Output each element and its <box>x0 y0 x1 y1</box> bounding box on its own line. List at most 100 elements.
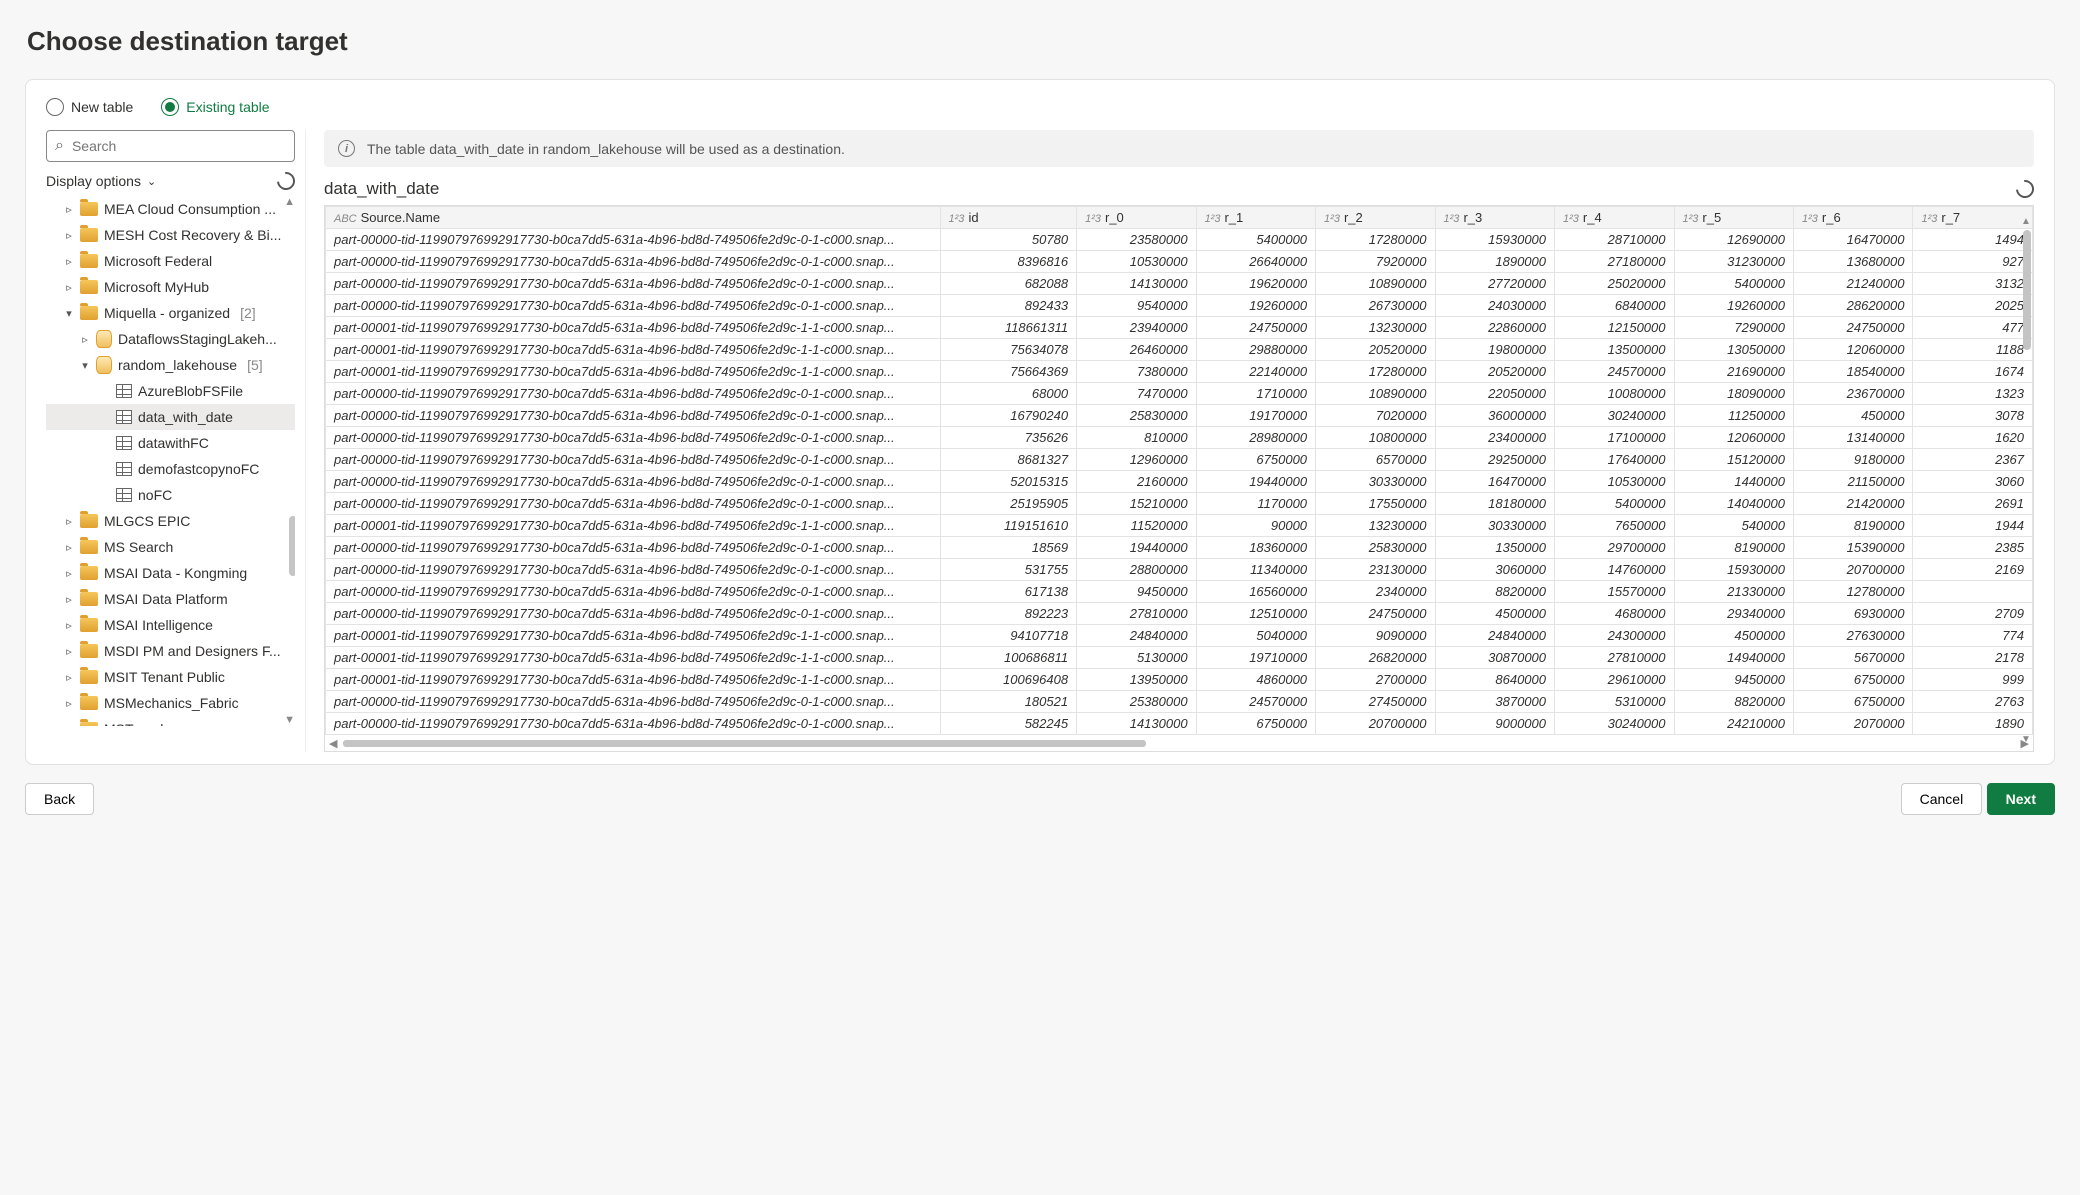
table-cell[interactable]: 6750000 <box>1793 691 1912 713</box>
table-cell[interactable]: 2070000 <box>1793 713 1912 735</box>
table-cell[interactable]: 118661311 <box>940 317 1077 339</box>
table-cell[interactable]: part-00001-tid-119907976992917730-b0ca7d… <box>326 669 941 691</box>
table-cell[interactable]: 1188 <box>1913 339 2033 361</box>
table-cell[interactable]: 14130000 <box>1077 713 1196 735</box>
table-cell[interactable]: 12690000 <box>1674 229 1793 251</box>
table-row[interactable]: part-00000-tid-119907976992917730-b0ca7d… <box>326 559 2033 581</box>
table-cell[interactable]: 1350000 <box>1435 537 1554 559</box>
table-cell[interactable]: part-00000-tid-119907976992917730-b0ca7d… <box>326 449 941 471</box>
table-cell[interactable]: part-00001-tid-119907976992917730-b0ca7d… <box>326 625 941 647</box>
table-cell[interactable]: part-00000-tid-119907976992917730-b0ca7d… <box>326 713 941 735</box>
tree-folder-item[interactable]: ▹MSTravel <box>46 716 295 726</box>
table-cell[interactable]: 3078 <box>1913 405 2033 427</box>
table-cell[interactable]: 2178 <box>1913 647 2033 669</box>
column-header[interactable]: 1²3r_7 <box>1913 207 2033 229</box>
table-cell[interactable]: 24840000 <box>1435 625 1554 647</box>
table-cell[interactable]: part-00000-tid-119907976992917730-b0ca7d… <box>326 603 941 625</box>
grid-vscroll-thumb[interactable] <box>2023 230 2031 350</box>
table-cell[interactable]: 18569 <box>940 537 1077 559</box>
table-cell[interactable]: 8190000 <box>1793 515 1912 537</box>
grid-scroll-down-icon[interactable]: ▼ <box>2021 734 2031 745</box>
table-cell[interactable]: 12060000 <box>1674 427 1793 449</box>
table-row[interactable]: part-00000-tid-119907976992917730-b0ca7d… <box>326 273 2033 295</box>
tree-lakehouse-item[interactable]: ▾random_lakehouse[5] <box>46 352 295 378</box>
table-cell[interactable]: 15930000 <box>1435 229 1554 251</box>
table-cell[interactable]: 29700000 <box>1555 537 1674 559</box>
table-cell[interactable]: 50780 <box>940 229 1077 251</box>
table-cell[interactable]: 9090000 <box>1316 625 1435 647</box>
table-cell[interactable]: 531755 <box>940 559 1077 581</box>
table-cell[interactable]: 617138 <box>940 581 1077 603</box>
table-row[interactable]: part-00001-tid-119907976992917730-b0ca7d… <box>326 515 2033 537</box>
table-cell[interactable]: 19260000 <box>1196 295 1315 317</box>
table-cell[interactable]: 68000 <box>940 383 1077 405</box>
table-cell[interactable]: 7920000 <box>1316 251 1435 273</box>
table-row[interactable]: part-00000-tid-119907976992917730-b0ca7d… <box>326 581 2033 603</box>
table-cell[interactable]: 10530000 <box>1077 251 1196 273</box>
expand-caret-icon[interactable]: ▹ <box>64 593 74 606</box>
expand-caret-icon[interactable]: ▹ <box>64 203 74 216</box>
grid-scroll-up-icon[interactable]: ▲ <box>2021 216 2031 227</box>
table-cell[interactable]: 3060000 <box>1435 559 1554 581</box>
table-row[interactable]: part-00001-tid-119907976992917730-b0ca7d… <box>326 317 2033 339</box>
table-row[interactable]: part-00000-tid-119907976992917730-b0ca7d… <box>326 603 2033 625</box>
table-cell[interactable]: 8396816 <box>940 251 1077 273</box>
table-cell[interactable]: 94107718 <box>940 625 1077 647</box>
column-header[interactable]: 1²3r_2 <box>1316 207 1435 229</box>
radio-existing-table[interactable]: Existing table <box>161 98 269 116</box>
table-cell[interactable]: 19440000 <box>1077 537 1196 559</box>
expand-caret-icon[interactable]: ▹ <box>64 567 74 580</box>
table-cell[interactable]: 23580000 <box>1077 229 1196 251</box>
table-cell[interactable]: 6840000 <box>1555 295 1674 317</box>
table-cell[interactable]: 12780000 <box>1793 581 1912 603</box>
column-header[interactable]: 1²3r_6 <box>1793 207 1912 229</box>
table-cell[interactable]: 18090000 <box>1674 383 1793 405</box>
table-cell[interactable]: part-00000-tid-119907976992917730-b0ca7d… <box>326 405 941 427</box>
table-cell[interactable]: 4680000 <box>1555 603 1674 625</box>
expand-caret-icon[interactable]: ▹ <box>80 333 90 346</box>
table-cell[interactable]: 31230000 <box>1674 251 1793 273</box>
search-input[interactable]: ⌕ <box>46 130 295 162</box>
table-cell[interactable]: 2763 <box>1913 691 2033 713</box>
table-cell[interactable]: 25830000 <box>1316 537 1435 559</box>
table-row[interactable]: part-00001-tid-119907976992917730-b0ca7d… <box>326 361 2033 383</box>
expand-caret-icon[interactable]: ▹ <box>64 619 74 632</box>
table-cell[interactable]: 27630000 <box>1793 625 1912 647</box>
table-cell[interactable]: 8820000 <box>1674 691 1793 713</box>
table-cell[interactable]: 15210000 <box>1077 493 1196 515</box>
table-cell[interactable]: 180521 <box>940 691 1077 713</box>
table-cell[interactable]: 2340000 <box>1316 581 1435 603</box>
table-cell[interactable]: 27720000 <box>1435 273 1554 295</box>
expand-caret-icon[interactable]: ▹ <box>64 255 74 268</box>
table-cell[interactable]: 9000000 <box>1435 713 1554 735</box>
table-cell[interactable]: part-00001-tid-119907976992917730-b0ca7d… <box>326 317 941 339</box>
expand-caret-icon[interactable]: ▹ <box>64 541 74 554</box>
table-cell[interactable]: 23400000 <box>1435 427 1554 449</box>
column-header[interactable]: 1²3id <box>940 207 1077 229</box>
table-cell[interactable]: 12060000 <box>1793 339 1912 361</box>
table-cell[interactable]: 2700000 <box>1316 669 1435 691</box>
table-cell[interactable]: 25380000 <box>1077 691 1196 713</box>
tree-folder-item[interactable]: ▹MSAI Data - Kongming <box>46 560 295 586</box>
table-cell[interactable]: 28620000 <box>1793 295 1912 317</box>
table-cell[interactable]: 13500000 <box>1555 339 1674 361</box>
expand-caret-icon[interactable]: ▹ <box>64 515 74 528</box>
table-cell[interactable]: 17280000 <box>1316 229 1435 251</box>
table-cell[interactable]: 14130000 <box>1077 273 1196 295</box>
table-cell[interactable]: 8820000 <box>1435 581 1554 603</box>
table-cell[interactable]: 24750000 <box>1196 317 1315 339</box>
expand-caret-icon[interactable]: ▹ <box>64 723 74 727</box>
table-cell[interactable]: 6750000 <box>1196 713 1315 735</box>
table-cell[interactable]: 892433 <box>940 295 1077 317</box>
tree-table-item[interactable]: AzureBlobFSFile <box>46 378 295 404</box>
tree-folder-item[interactable]: ▹MSAI Data Platform <box>46 586 295 612</box>
table-row[interactable]: part-00001-tid-119907976992917730-b0ca7d… <box>326 647 2033 669</box>
table-cell[interactable]: 682088 <box>940 273 1077 295</box>
table-cell[interactable]: 810000 <box>1077 427 1196 449</box>
table-cell[interactable]: part-00000-tid-119907976992917730-b0ca7d… <box>326 427 941 449</box>
navigation-tree[interactable]: ▲ ▼ ▹MEA Cloud Consumption ...▹MESH Cost… <box>46 196 295 726</box>
table-row[interactable]: part-00000-tid-119907976992917730-b0ca7d… <box>326 427 2033 449</box>
table-cell[interactable]: 36000000 <box>1435 405 1554 427</box>
table-cell[interactable]: 9540000 <box>1077 295 1196 317</box>
table-cell[interactable]: part-00001-tid-119907976992917730-b0ca7d… <box>326 361 941 383</box>
